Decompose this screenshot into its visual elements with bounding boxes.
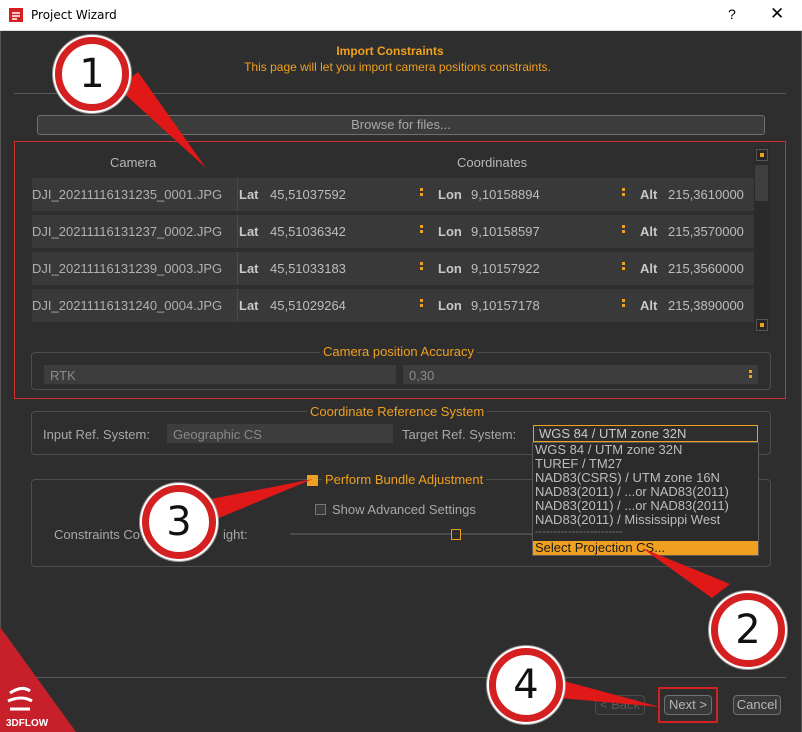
header-divider	[14, 93, 786, 94]
lat-label: Lat	[239, 298, 259, 313]
column-divider	[237, 215, 238, 248]
spinner-icon[interactable]	[419, 260, 423, 275]
input-ref-label: Input Ref. System:	[43, 427, 150, 442]
target-ref-select[interactable]: WGS 84 / UTM zone 32N	[533, 425, 758, 442]
constraints-weight-label: Constraints Co	[54, 527, 140, 542]
alt-value[interactable]: 215,3890000	[668, 298, 754, 313]
table-vertical-scrollbar[interactable]	[754, 147, 770, 333]
footer-divider	[14, 677, 786, 678]
spinner-icon[interactable]	[621, 186, 625, 201]
column-divider	[237, 178, 238, 211]
perform-bundle-label: Perform Bundle Adjustment	[322, 472, 487, 487]
title-bar: Project Wizard ? ✕	[0, 0, 802, 31]
app-logo-icon	[9, 8, 23, 22]
lat-value[interactable]: 45,51036342	[270, 224, 410, 239]
accuracy-value: 0,30	[409, 368, 435, 383]
lat-label: Lat	[239, 261, 259, 276]
accuracy-value-spinbox[interactable]: 0,30	[403, 365, 758, 384]
constraints-weight-slider[interactable]	[290, 533, 534, 535]
alt-label: Alt	[640, 261, 658, 276]
alt-value[interactable]: 215,3610000	[668, 187, 754, 202]
crs-group-title: Coordinate Reference System	[307, 404, 488, 419]
crs-option[interactable]: WGS 84 / UTM zone 32N	[533, 443, 758, 457]
lat-value[interactable]: 45,51033183	[270, 261, 410, 276]
camera-column-header: Camera	[110, 155, 157, 170]
logo-text: 3DFLOW	[6, 718, 49, 729]
spinner-icon[interactable]	[748, 368, 752, 380]
crs-option[interactable]: NAD83(2011) / ...or NAD83(2011)	[533, 485, 758, 499]
lon-value[interactable]: 9,10157922	[471, 261, 611, 276]
column-divider	[237, 252, 238, 285]
callout-3: 3	[142, 485, 216, 559]
camera-name-cell: DJI_20211116131240_0004.JPG	[32, 298, 223, 313]
constraints-weight-label-tail: ight:	[223, 527, 248, 542]
cancel-button[interactable]: Cancel	[733, 695, 781, 715]
lon-value[interactable]: 9,10158894	[471, 187, 611, 202]
browse-files-button[interactable]: Browse for files...	[37, 115, 765, 135]
alt-label: Alt	[640, 224, 658, 239]
advanced-settings-label: Show Advanced Settings	[332, 502, 476, 517]
lat-label: Lat	[239, 187, 259, 202]
spinner-icon[interactable]	[621, 260, 625, 275]
3dflow-logo-icon: 3DFLOW	[0, 627, 76, 732]
lon-value[interactable]: 9,10158597	[471, 224, 611, 239]
crs-option[interactable]: NAD83(CSRS) / UTM zone 16N	[533, 471, 758, 485]
lon-value[interactable]: 9,10157178	[471, 298, 611, 313]
target-ref-label: Target Ref. System:	[402, 427, 517, 442]
lon-label: Lon	[438, 187, 462, 202]
slider-handle[interactable]	[450, 529, 461, 540]
dropdown-separator: ------------------------	[535, 527, 623, 538]
scroll-up-icon[interactable]	[756, 149, 768, 161]
table-row[interactable]: DJI_20211116131240_0004.JPG Lat 45,5102926…	[32, 289, 754, 322]
accuracy-mode-field[interactable]: RTK	[44, 365, 396, 384]
lon-label: Lon	[438, 261, 462, 276]
crs-option[interactable]: TUREF / TM27	[533, 457, 758, 471]
table-row[interactable]: DJI_20211116131237_0002.JPG Lat 45,5103634…	[32, 215, 754, 248]
callout-4: 4	[489, 648, 563, 722]
spinner-icon[interactable]	[419, 186, 423, 201]
window-title: Project Wizard	[31, 8, 117, 22]
target-ref-dropdown: WGS 84 / UTM zone 32N TUREF / TM27 NAD83(C…	[532, 442, 759, 556]
camera-name-cell: DJI_20211116131235_0001.JPG	[32, 187, 223, 202]
callout-1: 1	[55, 37, 129, 111]
back-button[interactable]: < Back	[595, 695, 645, 715]
lat-value[interactable]: 45,51029264	[270, 298, 410, 313]
lon-label: Lon	[438, 224, 462, 239]
camera-name-cell: DJI_20211116131237_0002.JPG	[32, 224, 223, 239]
lat-label: Lat	[239, 224, 259, 239]
alt-value[interactable]: 215,3560000	[668, 261, 754, 276]
alt-value[interactable]: 215,3570000	[668, 224, 754, 239]
advanced-settings-checkbox[interactable]	[315, 504, 326, 515]
spinner-icon[interactable]	[621, 223, 625, 238]
crs-option[interactable]: NAD83(2011) / ...or NAD83(2011)	[533, 499, 758, 513]
annotation-highlight-next	[658, 687, 718, 723]
table-row[interactable]: DJI_20211116131235_0001.JPG Lat 45,5103759…	[32, 178, 754, 211]
input-ref-field[interactable]: Geographic CS	[167, 424, 393, 443]
scrollbar-thumb[interactable]	[755, 165, 768, 201]
alt-label: Alt	[640, 187, 658, 202]
select-projection-option[interactable]: Select Projection CS...	[533, 541, 758, 555]
lat-value[interactable]: 45,51037592	[270, 187, 410, 202]
spinner-icon[interactable]	[419, 297, 423, 312]
camera-name-cell: DJI_20211116131239_0003.JPG	[32, 261, 223, 276]
help-button[interactable]: ?	[728, 6, 736, 22]
table-row[interactable]: DJI_20211116131239_0003.JPG Lat 45,5103318…	[32, 252, 754, 285]
crs-option[interactable]: NAD83(2011) / Mississippi West	[533, 513, 758, 527]
lon-label: Lon	[438, 298, 462, 313]
alt-label: Alt	[640, 298, 658, 313]
perform-bundle-checkbox[interactable]	[307, 475, 318, 486]
scroll-down-icon[interactable]	[756, 319, 768, 331]
coordinates-column-header: Coordinates	[457, 155, 528, 170]
spinner-icon[interactable]	[419, 223, 423, 238]
accuracy-group-title: Camera position Accuracy	[320, 344, 478, 359]
close-button[interactable]: ✕	[770, 4, 784, 24]
callout-2: 2	[711, 593, 785, 667]
spinner-icon[interactable]	[621, 297, 625, 312]
column-divider	[237, 289, 238, 322]
